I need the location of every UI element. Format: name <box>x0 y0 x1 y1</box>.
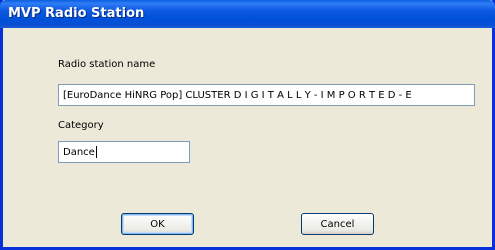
category-value: Dance <box>63 146 95 158</box>
station-name-value: [EuroDance HiNRG Pop] CLUSTER D I G I T … <box>63 89 412 101</box>
radio-station-dialog: MVP Radio Station Radio station name [Eu… <box>0 0 495 250</box>
cancel-button-label: Cancel <box>320 218 355 230</box>
station-name-label: Radio station name <box>58 59 156 70</box>
cancel-button[interactable]: Cancel <box>301 213 374 235</box>
window-title: MVP Radio Station <box>8 6 145 21</box>
title-bar[interactable]: MVP Radio Station <box>0 0 495 28</box>
category-field[interactable]: Dance <box>58 141 190 163</box>
ok-button-label: OK <box>150 218 165 230</box>
station-name-field[interactable]: [EuroDance HiNRG Pop] CLUSTER D I G I T … <box>58 84 475 106</box>
text-caret <box>95 146 97 158</box>
ok-button[interactable]: OK <box>121 213 194 235</box>
category-label: Category <box>58 120 104 131</box>
